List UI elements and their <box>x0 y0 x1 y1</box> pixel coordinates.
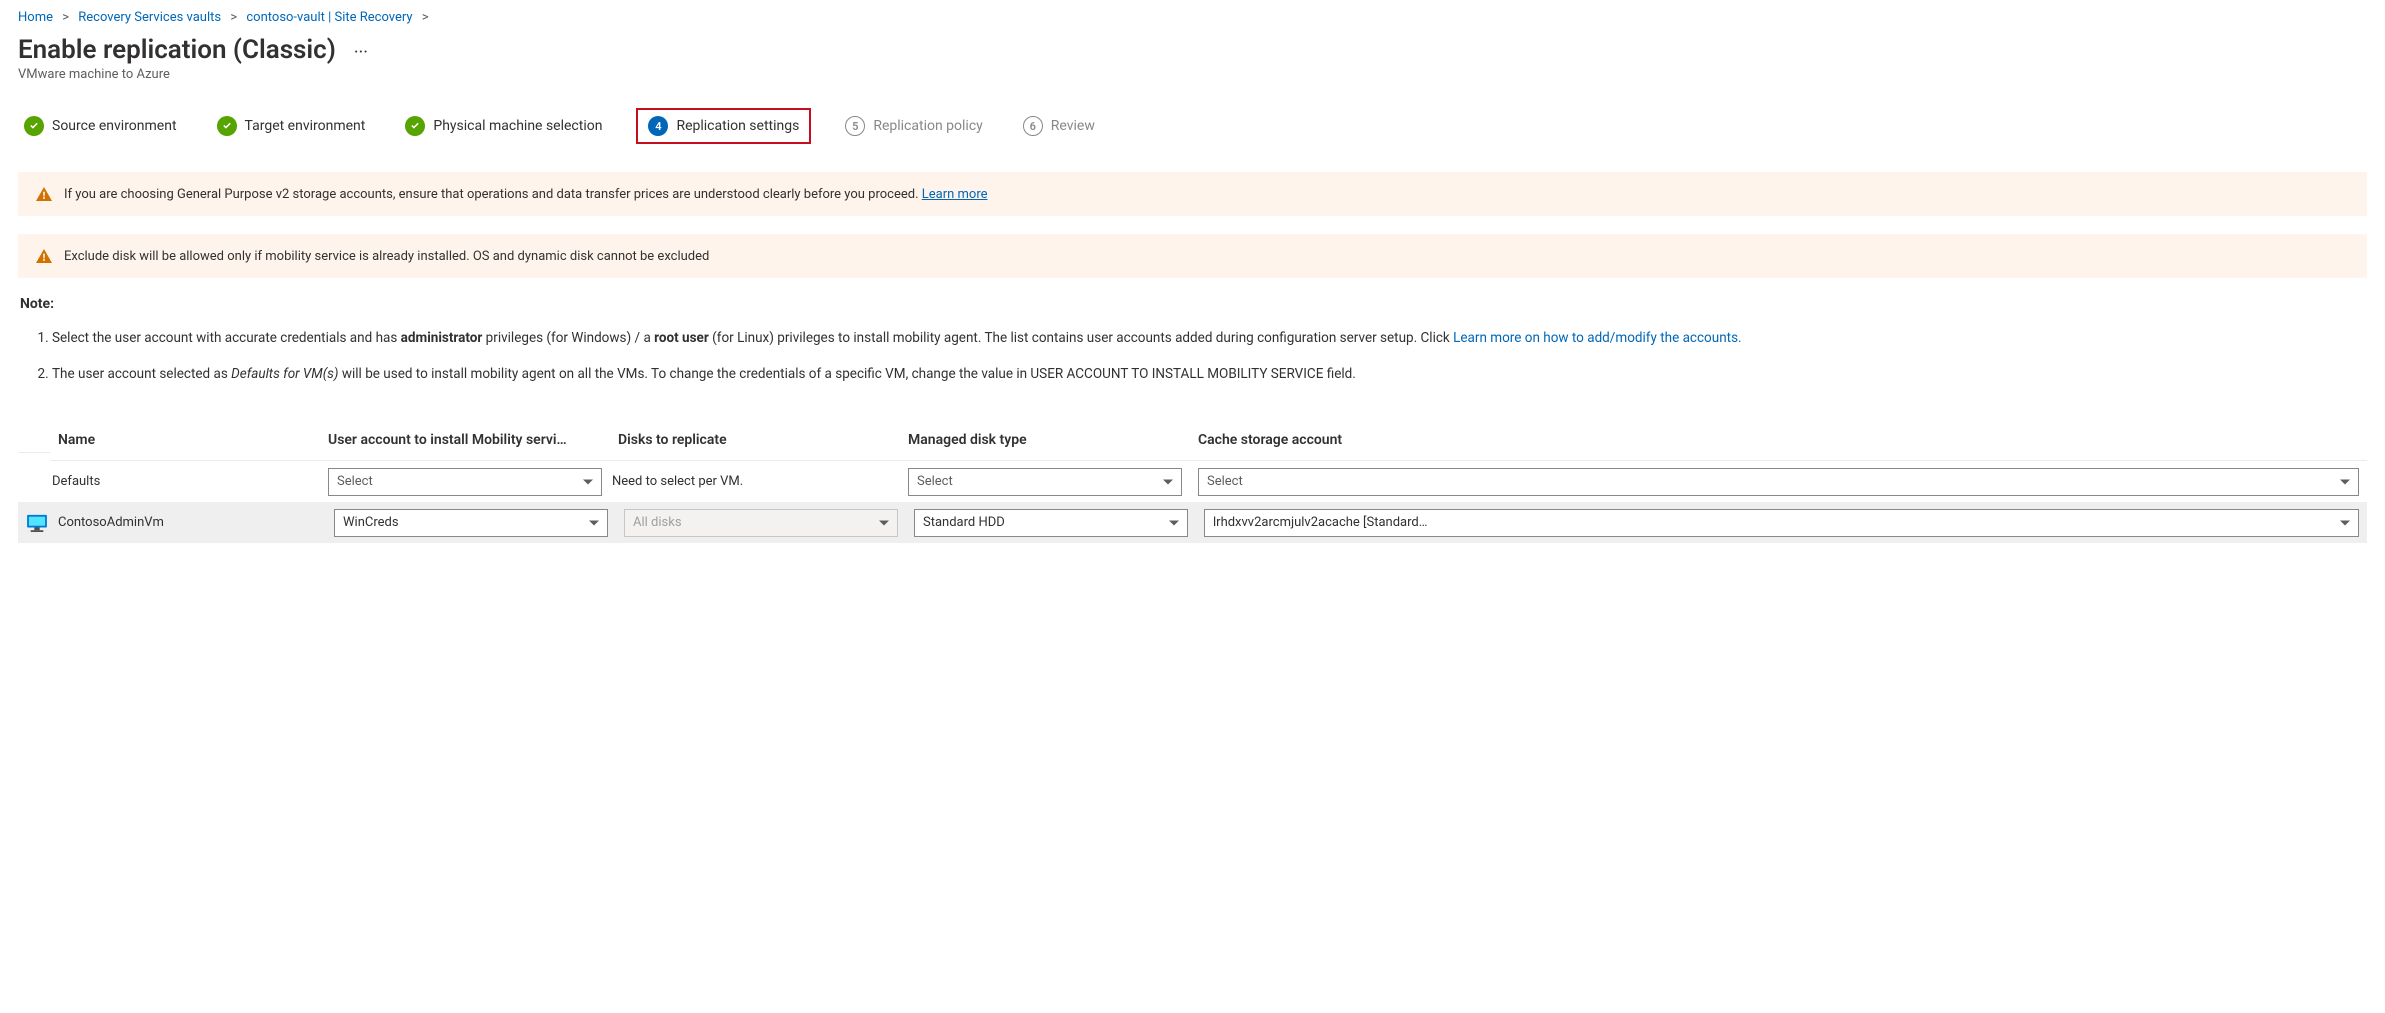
col-cache-storage: Cache storage account <box>1190 422 2367 461</box>
vm-icon <box>18 508 56 538</box>
warning-icon <box>36 248 52 264</box>
chevron-right-icon: > <box>224 10 243 25</box>
breadcrumb-recovery-vaults[interactable]: Recovery Services vaults <box>78 10 221 25</box>
step-label: Physical machine selection <box>433 118 602 134</box>
col-disks: Disks to replicate <box>610 422 900 461</box>
exclude-disk-warning-banner: Exclude disk will be allowed only if mob… <box>18 234 2367 278</box>
page-title: Enable replication (Classic) <box>18 35 336 65</box>
row-name: Defaults <box>50 468 320 495</box>
breadcrumb: Home > Recovery Services vaults > contos… <box>18 10 2367 25</box>
step-label: Replication settings <box>676 118 799 134</box>
managed-disk-select[interactable]: Standard HDD <box>914 509 1188 537</box>
check-icon <box>217 116 237 136</box>
page-subtitle: VMware machine to Azure <box>18 67 2367 82</box>
more-actions-button[interactable]: ··· <box>350 42 372 63</box>
banner-text: If you are choosing General Purpose v2 s… <box>64 187 919 202</box>
learn-more-accounts-link[interactable]: Learn more on how to add/modify the acco… <box>1453 330 1742 346</box>
note-heading: Note: <box>20 296 2367 312</box>
notes-list: Select the user account with accurate cr… <box>18 328 2367 385</box>
learn-more-link[interactable]: Learn more <box>922 187 988 202</box>
disks-select[interactable]: All disks <box>624 509 898 537</box>
step-number-icon: 5 <box>845 116 865 136</box>
wizard-stepper: Source environment Target environment Ph… <box>18 108 2367 144</box>
row-name: ContosoAdminVm <box>56 509 326 536</box>
breadcrumb-contoso-vault[interactable]: contoso-vault | Site Recovery <box>246 10 412 25</box>
note-item-2: The user account selected as Defaults fo… <box>52 364 2367 384</box>
col-name: Name <box>50 422 320 461</box>
user-account-select[interactable]: WinCreds <box>334 509 608 537</box>
warning-icon <box>36 186 52 202</box>
replication-settings-table: Name User account to install Mobility se… <box>18 421 2367 543</box>
managed-disk-select[interactable]: Select <box>908 468 1182 496</box>
step-replication-policy[interactable]: 5 Replication policy <box>839 112 988 140</box>
step-review[interactable]: 6 Review <box>1017 112 1101 140</box>
banner-text: Exclude disk will be allowed only if mob… <box>64 249 709 264</box>
user-account-select[interactable]: Select <box>328 468 602 496</box>
storage-pricing-warning-banner: If you are choosing General Purpose v2 s… <box>18 172 2367 216</box>
step-source-environment[interactable]: Source environment <box>18 112 183 140</box>
cache-storage-select[interactable]: lrhdxvv2arcmjulv2acache [Standard… <box>1204 509 2359 537</box>
check-icon <box>24 116 44 136</box>
cache-storage-select[interactable]: Select <box>1198 468 2359 496</box>
step-label: Replication policy <box>873 118 982 134</box>
table-row-defaults: Defaults Select Need to select per VM. S… <box>18 461 2367 502</box>
chevron-right-icon: > <box>56 10 75 25</box>
note-item-1: Select the user account with accurate cr… <box>52 328 2367 348</box>
step-label: Target environment <box>245 118 366 134</box>
step-number-icon: 6 <box>1023 116 1043 136</box>
step-label: Source environment <box>52 118 177 134</box>
check-icon <box>405 116 425 136</box>
step-target-environment[interactable]: Target environment <box>211 112 372 140</box>
table-row-vm[interactable]: ContosoAdminVm WinCreds All disks Standa… <box>18 502 2367 543</box>
step-label: Review <box>1051 118 1095 134</box>
col-managed-disk: Managed disk type <box>900 422 1190 461</box>
breadcrumb-home[interactable]: Home <box>18 10 53 25</box>
step-replication-settings[interactable]: 4 Replication settings <box>636 108 811 144</box>
step-number-icon: 4 <box>648 116 668 136</box>
disks-static-text: Need to select per VM. <box>610 468 900 495</box>
chevron-right-icon: > <box>416 10 435 25</box>
table-header-row: Name User account to install Mobility se… <box>18 421 2367 461</box>
step-physical-machine-selection[interactable]: Physical machine selection <box>399 112 608 140</box>
col-user-account: User account to install Mobility servi… <box>320 422 610 461</box>
